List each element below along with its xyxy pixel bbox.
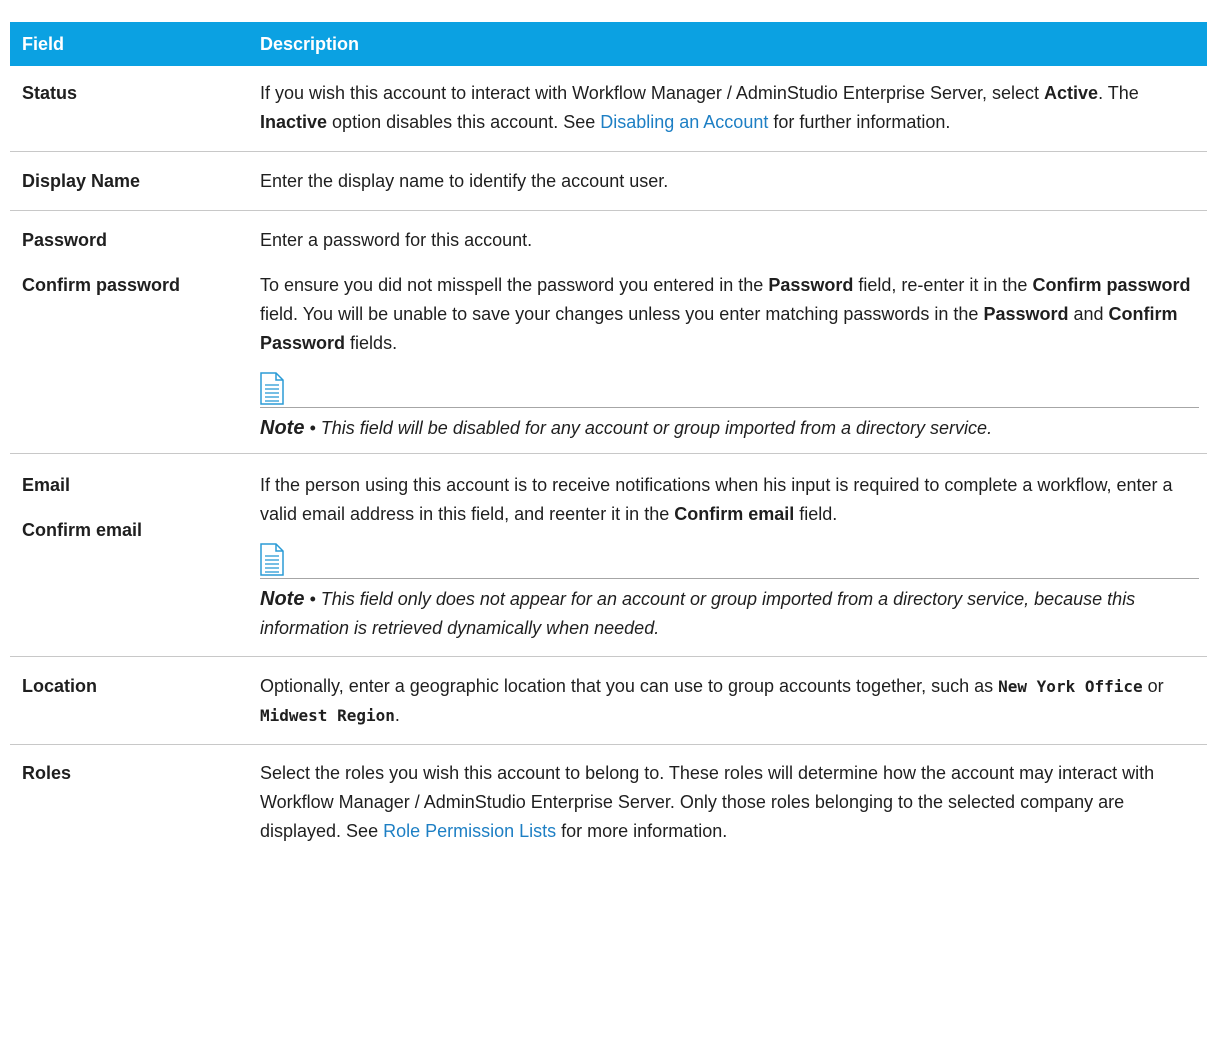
note-document-icon [260,543,284,576]
bold-active: Active [1044,83,1099,103]
field-email-group: Email Confirm email [10,453,248,657]
table-row-display-name: Display Name Enter the display name to i… [10,151,1207,211]
link-role-permission-lists[interactable]: Role Permission Lists [383,821,556,841]
password-detail: To ensure you did not misspell the passw… [260,275,1191,353]
field-confirm-email: Confirm email [22,520,143,540]
code-midwest-region: Midwest Region [260,706,395,725]
table-row-password: Password Confirm password Enter a passwo… [10,210,1207,454]
password-intro: Enter a password for this account. [260,230,533,250]
link-disabling-an-account[interactable]: Disabling an Account [600,112,768,132]
field-password: Password [22,230,108,250]
email-detail: If the person using this account is to r… [260,475,1173,524]
note-document-icon [260,372,284,405]
field-confirm-password: Confirm password [22,275,181,295]
field-status: Status [10,66,248,152]
description-password: Enter a password for this account. To en… [248,210,1207,454]
note-email: Note • This field only does not appear f… [260,578,1199,643]
description-roles: Select the roles you wish this account t… [260,763,1155,841]
field-location: Location [10,656,248,745]
table-row-status: Status If you wish this account to inter… [10,66,1207,152]
bold-inactive: Inactive [260,112,328,132]
table-row-location: Location Optionally, enter a geographic … [10,656,1207,745]
field-email: Email [22,475,71,495]
field-roles: Roles [22,763,72,783]
table-header-row: Field Description [10,22,1207,66]
fields-table: Field Description Status If you wish thi… [10,22,1207,847]
description-location: Optionally, enter a geographic location … [248,656,1207,745]
note-password: Note • This field will be disabled for a… [260,407,1199,443]
header-description: Description [248,22,1207,66]
field-display-name: Display Name [10,151,248,211]
code-new-york-office: New York Office [998,677,1143,696]
description-email: If the person using this account is to r… [248,453,1207,657]
table-row-email: Email Confirm email If the person using … [10,453,1207,657]
description-status: If you wish this account to interact wit… [248,66,1207,152]
header-field: Field [10,22,248,66]
field-password-group: Password Confirm password [10,210,248,454]
table-row-roles: Roles Select the roles you wish this acc… [10,745,1207,848]
description-display-name: Enter the display name to identify the a… [248,151,1207,211]
